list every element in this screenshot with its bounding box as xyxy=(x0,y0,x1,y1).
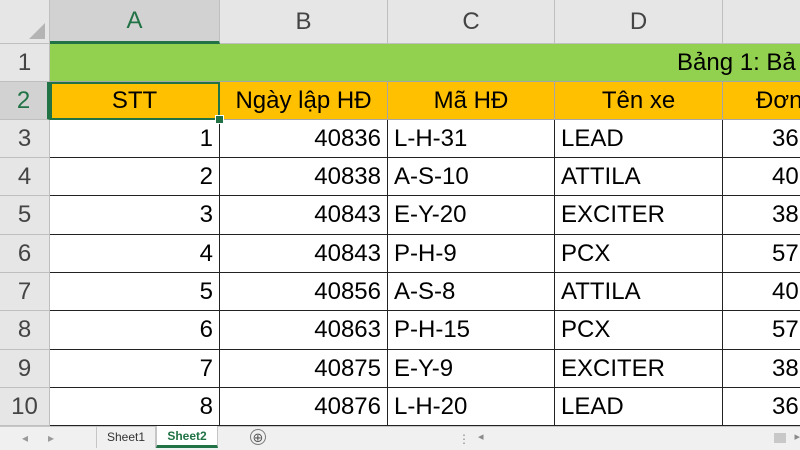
cell-price[interactable]: 57 xyxy=(723,311,800,350)
cell-date[interactable]: 40838 xyxy=(220,158,388,196)
row-header-8[interactable]: 8 xyxy=(0,311,50,350)
scrollbar-thumb[interactable] xyxy=(774,433,786,443)
column-header-b[interactable]: B xyxy=(220,0,388,44)
cell-code[interactable]: P-H-15 xyxy=(388,311,555,350)
cell-code[interactable]: L-H-31 xyxy=(388,120,555,158)
row-header-1[interactable]: 1 xyxy=(0,44,50,82)
cell-vehicle[interactable]: EXCITER xyxy=(555,350,723,388)
cell-stt[interactable]: 8 xyxy=(50,388,220,426)
add-sheet-icon[interactable]: ⊕ xyxy=(250,429,266,445)
select-all-corner[interactable] xyxy=(0,0,50,44)
tab-splitter-handle[interactable]: ⋮ xyxy=(458,432,470,446)
column-header-e[interactable] xyxy=(723,0,800,44)
column-header-a[interactable]: A xyxy=(50,0,220,44)
cell-price[interactable]: 38 xyxy=(723,196,800,235)
cell-date[interactable]: 40876 xyxy=(220,388,388,426)
row-header-2[interactable]: 2 xyxy=(0,82,50,120)
cell-vehicle[interactable]: LEAD xyxy=(555,388,723,426)
column-header-d[interactable]: D xyxy=(555,0,723,44)
tab-sheet1[interactable]: Sheet1 xyxy=(96,426,156,448)
cell-code[interactable]: P-H-9 xyxy=(388,235,555,273)
cell-stt[interactable]: 1 xyxy=(50,120,220,158)
row-header-7[interactable]: 7 xyxy=(0,273,50,311)
cell-date[interactable]: 40843 xyxy=(220,235,388,273)
scroll-right-icon[interactable]: ▸ xyxy=(794,430,800,443)
header-cell-ma-hd[interactable]: Mã HĐ xyxy=(388,82,555,120)
cell-stt[interactable]: 3 xyxy=(50,196,220,235)
cell-date[interactable]: 40843 xyxy=(220,196,388,235)
cell-stt[interactable]: 4 xyxy=(50,235,220,273)
row-header-5[interactable]: 5 xyxy=(0,196,50,235)
spreadsheet-grid: A B C D 1 2 3 4 5 6 7 8 9 10 Bảng 1: Bả … xyxy=(0,0,800,426)
cell-stt[interactable]: 7 xyxy=(50,350,220,388)
cell-date[interactable]: 40856 xyxy=(220,273,388,311)
cell-vehicle[interactable]: PCX xyxy=(555,235,723,273)
cell-price[interactable]: 40 xyxy=(723,273,800,311)
header-cell-ten-xe[interactable]: Tên xe xyxy=(555,82,723,120)
cell-stt[interactable]: 6 xyxy=(50,311,220,350)
fill-handle[interactable] xyxy=(215,115,224,124)
scroll-tabs-right-icon[interactable]: ▸ xyxy=(48,431,54,445)
tab-sheet2[interactable]: Sheet2 xyxy=(156,426,218,448)
cell-vehicle[interactable]: LEAD xyxy=(555,120,723,158)
cell-code[interactable]: L-H-20 xyxy=(388,388,555,426)
select-all-triangle-icon xyxy=(29,23,45,39)
cell-date[interactable]: 40863 xyxy=(220,311,388,350)
horizontal-scrollbar[interactable]: ◂ ▸ xyxy=(478,430,800,446)
cell-price[interactable]: 57 xyxy=(723,235,800,273)
cell-code[interactable]: E-Y-9 xyxy=(388,350,555,388)
row-header-4[interactable]: 4 xyxy=(0,158,50,196)
scroll-tabs-left-icon[interactable]: ◂ xyxy=(22,431,28,445)
cell-price[interactable]: 36 xyxy=(723,388,800,426)
table-title: Bảng 1: Bả xyxy=(677,48,796,76)
scroll-left-icon[interactable]: ◂ xyxy=(478,430,484,443)
cell-price[interactable]: 40 xyxy=(723,158,800,196)
column-header-c[interactable]: C xyxy=(388,0,555,44)
row-header-9[interactable]: 9 xyxy=(0,350,50,388)
table-title-cell[interactable]: Bảng 1: Bả xyxy=(50,44,800,82)
cell-date[interactable]: 40836 xyxy=(220,120,388,158)
cell-stt[interactable]: 2 xyxy=(50,158,220,196)
cell-price[interactable]: 38 xyxy=(723,350,800,388)
row-header-3[interactable]: 3 xyxy=(0,120,50,158)
header-cell-ngay-lap[interactable]: Ngày lập HĐ xyxy=(220,82,388,120)
cell-vehicle[interactable]: EXCITER xyxy=(555,196,723,235)
cell-vehicle[interactable]: PCX xyxy=(555,311,723,350)
sheet-tab-bar: ◂ ▸ Sheet1 Sheet2 ⊕ ⋮ ◂ ▸ xyxy=(0,426,800,450)
cell-date[interactable]: 40875 xyxy=(220,350,388,388)
cell-vehicle[interactable]: ATTILA xyxy=(555,273,723,311)
cell-vehicle[interactable]: ATTILA xyxy=(555,158,723,196)
cell-code[interactable]: A-S-10 xyxy=(388,158,555,196)
cell-code[interactable]: E-Y-20 xyxy=(388,196,555,235)
cell-stt[interactable]: 5 xyxy=(50,273,220,311)
cell-price[interactable]: 36 xyxy=(723,120,800,158)
row-header-10[interactable]: 10 xyxy=(0,388,50,426)
header-cell-don[interactable]: Đơn xyxy=(723,82,800,120)
header-cell-stt[interactable]: STT xyxy=(50,82,220,120)
row-header-6[interactable]: 6 xyxy=(0,235,50,273)
cell-code[interactable]: A-S-8 xyxy=(388,273,555,311)
